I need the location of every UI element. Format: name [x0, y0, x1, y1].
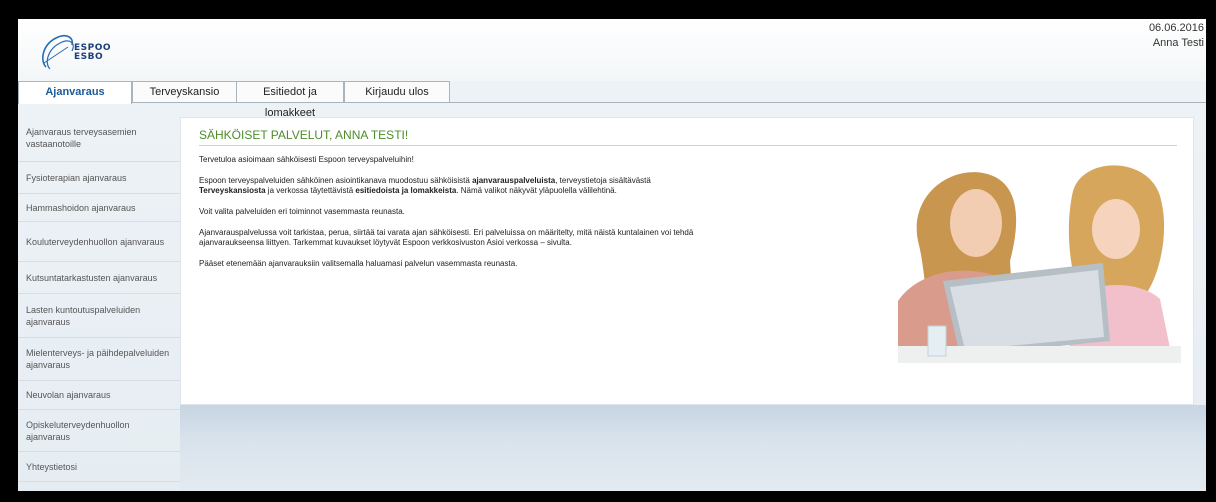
tab-divider	[131, 102, 1206, 103]
tab-esitiedot[interactable]: Esitiedot ja lomakkeet	[236, 81, 344, 119]
espoo-logo[interactable]: ESPOO ESBO	[38, 33, 128, 71]
header: ESPOO ESBO 06.06.2016 Anna Testi	[18, 19, 1206, 81]
logo-line-esbo: ESBO	[74, 52, 104, 62]
main-content: SÄHKÖISET PALVELUT, ANNA TESTI! Tervetul…	[180, 117, 1194, 405]
booking-paragraph: Ajanvarauspalvelussa voit tarkistaa, per…	[199, 228, 694, 247]
sidebar-item-yhteystiedot[interactable]: Yhteystietosi	[18, 452, 180, 482]
tab-ajanvaraus[interactable]: Ajanvaraus	[18, 81, 132, 104]
screenshot-frame: ESPOO ESBO 06.06.2016 Anna Testi Ajanvar…	[6, 6, 1210, 496]
main-tabs: Ajanvaraus Terveyskansio Esitiedot ja lo…	[18, 81, 1206, 119]
session-info: 06.06.2016 Anna Testi	[1149, 21, 1204, 51]
tab-kirjaudu-ulos[interactable]: Kirjaudu ulos	[344, 81, 450, 103]
page: ESPOO ESBO 06.06.2016 Anna Testi Ajanvar…	[18, 19, 1206, 491]
services-text-g: . Nämä valikot näkyvät yläpuolella välil…	[456, 186, 617, 195]
sidebar-item-lasten-kuntoutus[interactable]: Lasten kuntoutuspalveluiden ajanvaraus	[18, 294, 180, 338]
sidebar-item-terveysasemat[interactable]: Ajanvaraus terveysasemien vastaanotoille	[18, 115, 180, 162]
sidebar-item-kayttooikeudet[interactable]: Käyttöoikeutesi sähköisissä palveluissa	[18, 482, 180, 492]
user-name: Anna Testi	[1152, 37, 1204, 49]
sidebar-item-kouluterveydenhuolto[interactable]: Kouluterveydenhuollon ajanvaraus	[18, 222, 180, 262]
espoo-logo-icon	[42, 35, 74, 70]
title-divider	[199, 145, 1177, 146]
sidebar-item-fysioterapia[interactable]: Fysioterapian ajanvaraus	[18, 162, 180, 194]
services-text-ajanvarauspalvelut: ajanvarauspalveluista	[472, 176, 556, 185]
proceed-paragraph: Pääset etenemään ajanvarauksiin valitsem…	[199, 259, 518, 268]
tab-terveyskansio[interactable]: Terveyskansio	[132, 81, 237, 103]
mother-daughter-laptop-photo	[898, 151, 1181, 363]
photo-illustration	[898, 151, 1181, 363]
sidebar: Ajanvaraus terveysasemien vastaanotoille…	[18, 115, 180, 491]
page-title: SÄHKÖISET PALVELUT, ANNA TESTI!	[199, 128, 409, 142]
sidebar-item-opiskeluterveydenhuolto[interactable]: Opiskeluterveydenhuollon ajanvaraus	[18, 410, 180, 452]
services-paragraph: Espoon terveyspalveluiden sähköinen asio…	[199, 176, 719, 196]
services-text-esitiedot: esitiedoista ja lomakkeista	[355, 186, 457, 195]
current-date: 06.06.2016	[1148, 22, 1204, 34]
sidebar-item-hammashoito[interactable]: Hammashoidon ajanvaraus	[18, 194, 180, 222]
sidebar-item-kutsuntatarkastukset[interactable]: Kutsuntatarkastusten ajanvaraus	[18, 262, 180, 294]
services-text-c: , terveystietoja sisältävästä	[555, 176, 651, 185]
logo-wordmark: ESPOO ESBO	[74, 44, 111, 62]
choose-paragraph: Voit valita palveluiden eri toiminnot va…	[199, 207, 405, 216]
services-text-a: Espoon terveyspalveluiden sähköinen asio…	[199, 176, 473, 185]
intro-text: Tervetuloa asioimaan sähköisesti Espoon …	[199, 155, 719, 280]
sidebar-item-mielenterveys[interactable]: Mielenterveys- ja päihdepalveluiden ajan…	[18, 338, 180, 381]
decorative-background	[180, 405, 1206, 491]
welcome-paragraph: Tervetuloa asioimaan sähköisesti Espoon …	[199, 155, 414, 164]
services-text-e: ja verkossa täytettävistä	[265, 186, 356, 195]
services-text-terveyskansio: Terveyskansiosta	[199, 186, 266, 195]
sidebar-item-neuvola[interactable]: Neuvolan ajanvaraus	[18, 381, 180, 410]
